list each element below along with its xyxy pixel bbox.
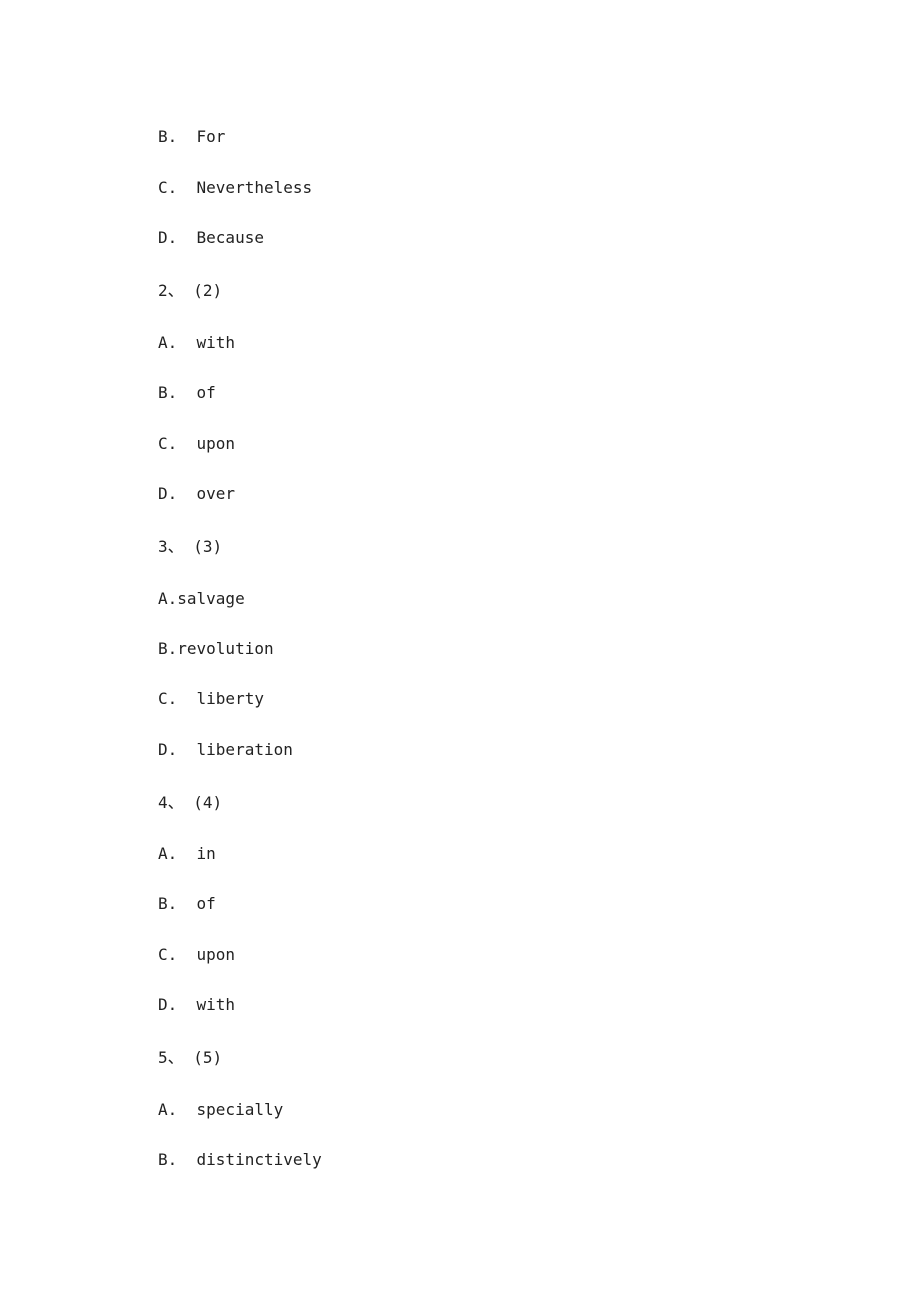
option-b-distinctively: B. distinctively [158, 1150, 322, 1169]
option-b-of: B. of [158, 383, 216, 402]
option-d-because: D. Because [158, 228, 264, 247]
question-2-heading: 2、 (2) [158, 281, 223, 300]
option-a-specially: A. specially [158, 1100, 284, 1119]
option-c-nevertheless: C. Nevertheless [158, 178, 313, 197]
option-b-revolution: B.revolution [158, 639, 274, 658]
option-b-for: B. For [158, 127, 226, 146]
option-c-upon: C. upon [158, 434, 236, 453]
question-3-heading: 3、 (3) [158, 537, 223, 556]
option-b-of: B. of [158, 894, 216, 913]
option-a-with: A. with [158, 333, 236, 352]
option-d-over: D. over [158, 484, 236, 503]
option-d-with: D. with [158, 995, 236, 1014]
question-5-heading: 5、 (5) [158, 1048, 223, 1067]
option-c-upon: C. upon [158, 945, 236, 964]
option-c-liberty: C. liberty [158, 689, 264, 708]
option-d-liberation: D. liberation [158, 740, 293, 759]
option-a-salvage: A.salvage [158, 589, 245, 608]
option-a-in: A. in [158, 844, 216, 863]
question-4-heading: 4、 (4) [158, 793, 223, 812]
